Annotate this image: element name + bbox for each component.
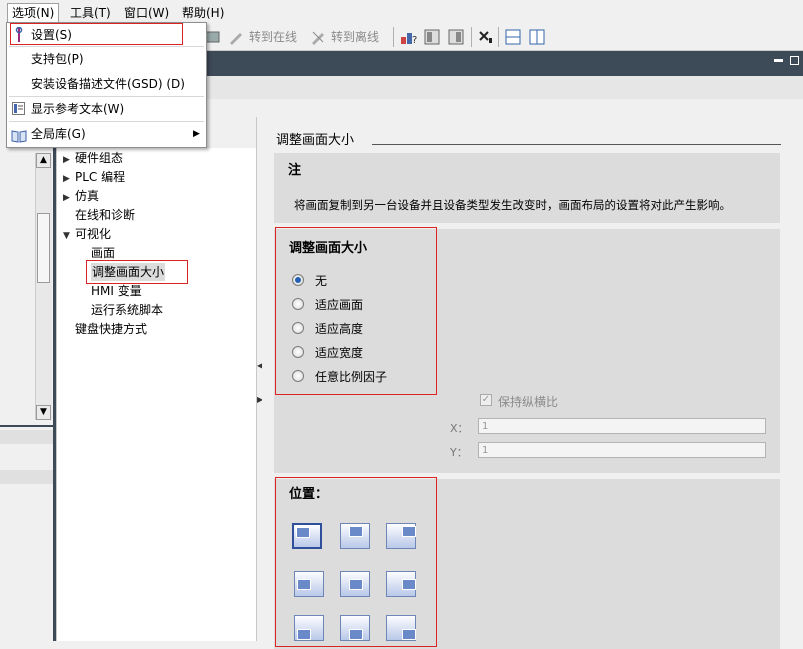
split-vertical-icon[interactable] [529, 29, 545, 45]
position-bottom-right-icon[interactable] [386, 615, 416, 641]
expand-caret-icon[interactable]: ▶ [63, 151, 75, 169]
menu-window[interactable]: 窗口(W) [120, 4, 173, 22]
tree-item-keyboard-shortcuts[interactable]: 键盘快捷方式 [75, 320, 147, 338]
note-section: 注 将画面复制到另一台设备并且设备类型发生改变时，画面布局的设置将对此产生影响。 [274, 153, 780, 223]
note-text: 将画面复制到另一台设备并且设备类型发生改变时，画面布局的设置将对此产生影响。 [294, 198, 731, 212]
keep-aspect-checkbox[interactable]: ✓ [480, 394, 492, 406]
vertical-scrollbar[interactable]: ▲ ▼ [35, 153, 52, 420]
tree-item-online-diagnostics[interactable]: 在线和诊断 [63, 206, 135, 224]
position-middle-right-icon[interactable] [386, 571, 416, 597]
menu-help[interactable]: 帮助(H) [178, 4, 228, 22]
position-middle-left-icon[interactable] [294, 571, 324, 597]
tree-item-visualization[interactable]: ▼ 可视化 [63, 225, 111, 243]
minimize-icon[interactable] [774, 59, 783, 62]
editor-tab-strip [200, 76, 803, 100]
position-top-center-icon[interactable] [340, 523, 370, 549]
toolbar: 转到在线 转到离线 ? [200, 24, 803, 51]
position-section: 位置： [274, 477, 780, 649]
pane-divider [0, 425, 53, 427]
split-horizontal-icon[interactable] [505, 29, 521, 45]
position-bottom-left-icon[interactable] [294, 615, 324, 641]
submenu-arrow-icon: ▶ [193, 129, 200, 139]
menu-item-install-gsd[interactable]: 安装设备描述文件(GSD) (D) [7, 72, 206, 96]
compare-icon[interactable] [448, 29, 464, 45]
highlight-box [86, 260, 188, 284]
menu-tools[interactable]: 工具(T) [66, 4, 115, 22]
keep-aspect-label: 保持纵横比 [498, 395, 559, 409]
book-icon [11, 127, 27, 151]
position-top-left-icon[interactable] [292, 523, 322, 549]
menu-bar: 选项(N) 工具(T) 窗口(W) 帮助(H) [0, 0, 803, 24]
page-title: 调整画面大小 [276, 133, 355, 148]
expand-caret-icon[interactable]: ▶ [63, 189, 75, 207]
toolbar-separator [393, 27, 394, 47]
restore-icon[interactable] [790, 56, 799, 65]
y-label: Y： [450, 446, 468, 459]
resize-section: 调整画面大小 无 适应画面 适应高度 适应宽度 任意比例因子 ✓ 保持纵横比 X… [274, 227, 780, 473]
go-offline-icon[interactable] [310, 29, 326, 45]
menu-item-show-reference-text[interactable]: 显示参考文本(W) [7, 97, 206, 121]
tree-item-runtime-scripts[interactable]: 运行系统脚本 [91, 301, 163, 319]
split-view-icon[interactable] [424, 29, 440, 45]
tree-item-simulation[interactable]: ▶ 仿真 [63, 187, 99, 205]
tree-item-hardware[interactable]: ▶ 硬件组态 [63, 149, 123, 167]
scroll-up-button[interactable]: ▲ [36, 153, 51, 168]
project-tree-pane: ▲ ▼ [0, 148, 53, 641]
position-top-right-icon[interactable] [386, 523, 416, 549]
go-online-icon[interactable] [228, 29, 244, 45]
accessible-devices-icon[interactable]: ? [400, 29, 417, 46]
position-middle-center-icon[interactable] [340, 571, 370, 597]
pane-header [0, 470, 53, 484]
collapse-caret-icon[interactable]: ▼ [63, 227, 75, 245]
go-online-button[interactable]: 转到在线 [249, 28, 297, 46]
x-label: X： [450, 422, 469, 435]
close-view-icon[interactable] [477, 29, 493, 45]
scroll-down-button[interactable]: ▼ [36, 405, 51, 420]
menu-item-global-libraries[interactable]: 全局库(G) ▶ [7, 122, 206, 146]
expand-caret-icon[interactable]: ▶ [63, 170, 75, 188]
options-dropdown-menu: 设置(S) 支持包(P) 安装设备描述文件(GSD) (D) 显示参考文本(W)… [6, 22, 207, 148]
tree-item-plc[interactable]: ▶ PLC 编程 [63, 168, 125, 186]
settings-navigation-tree: ▶ 硬件组态 ▶ PLC 编程 ▶ 仿真 在线和诊断 ▼ 可视化 画面 调整画面大小 H… [56, 148, 257, 641]
highlight-box [10, 23, 183, 45]
editor-title-bar [200, 51, 803, 76]
highlight-box [275, 227, 437, 395]
settings-content-panel: 调整画面大小 注 将画面复制到另一台设备并且设备类型发生改变时，画面布局的设置将… [262, 117, 803, 649]
note-title: 注 [288, 163, 302, 178]
toolbar-separator [498, 27, 499, 47]
svg-text:?: ? [412, 35, 417, 45]
title-rule [372, 144, 781, 145]
go-offline-button[interactable]: 转到离线 [331, 28, 379, 46]
toolbar-separator [471, 27, 472, 47]
pane-header [0, 430, 53, 444]
scroll-thumb[interactable] [37, 213, 50, 283]
reference-text-icon [12, 102, 25, 115]
menu-options[interactable]: 选项(N) [7, 3, 60, 22]
position-bottom-center-icon[interactable] [340, 615, 370, 641]
y-input[interactable] [478, 442, 766, 458]
menu-item-support-packages[interactable]: 支持包(P) [7, 47, 206, 71]
x-input[interactable] [478, 418, 766, 434]
tree-item-hmi-tags[interactable]: HMI 变量 [91, 282, 142, 300]
